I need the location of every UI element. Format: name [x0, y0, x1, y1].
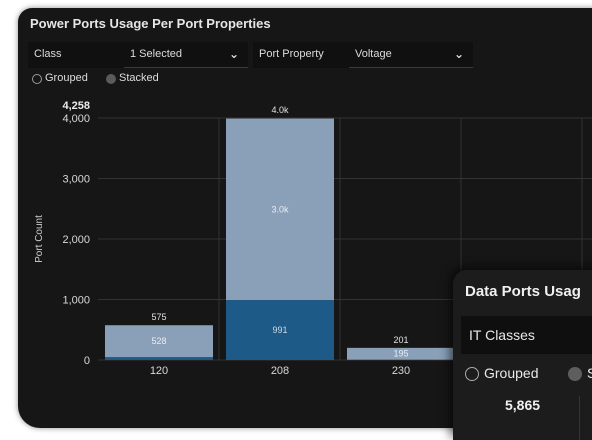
- total-label: 201: [393, 335, 408, 345]
- it-classes-dropdown[interactable]: IT Classes: [461, 316, 592, 354]
- total-label: 4.0k: [271, 105, 289, 115]
- y-tick-label: 0: [84, 355, 90, 367]
- grouped-radio[interactable]: [465, 367, 479, 381]
- stacked-radio-label[interactable]: S: [587, 365, 592, 381]
- max-value-label: 4,258: [62, 100, 90, 112]
- axis-line: [579, 396, 580, 440]
- stacked-radio[interactable]: [568, 367, 582, 381]
- x-tick-label: 208: [271, 365, 289, 377]
- property-label: Port Property: [253, 42, 349, 68]
- stacked-radio[interactable]: [106, 74, 116, 84]
- it-classes-dropdown-value: IT Classes: [469, 327, 535, 343]
- stacked-radio-label[interactable]: Stacked: [119, 72, 159, 84]
- grouped-radio-label[interactable]: Grouped: [484, 365, 538, 381]
- y-tick-label: 2,000: [62, 234, 90, 246]
- segment-label: 528: [151, 336, 166, 346]
- grouped-radio-label[interactable]: Grouped: [45, 72, 88, 84]
- class-label: Class: [28, 42, 124, 68]
- segment-label: 991: [272, 325, 287, 335]
- max-value-label: 5,865: [505, 397, 540, 413]
- chevron-down-icon[interactable]: ⌄: [452, 47, 466, 61]
- chevron-down-icon[interactable]: ⌄: [227, 47, 241, 61]
- panel-title: Data Ports Usag: [465, 283, 581, 300]
- grouped-radio[interactable]: [32, 74, 42, 84]
- filter-row: Class 1 Selected ⌄ Port Property Voltage…: [18, 42, 592, 68]
- bar-segment: [105, 357, 213, 360]
- x-tick-label: 230: [392, 365, 410, 377]
- total-label: 575: [151, 312, 166, 322]
- data-ports-panel: Data Ports Usag IT Classes Grouped S 5,8…: [453, 270, 592, 440]
- class-dropdown-value: 1 Selected: [130, 48, 182, 60]
- y-axis-label: Port Count: [34, 215, 45, 263]
- x-tick-label: 120: [150, 365, 168, 377]
- segment-label: 3.0k: [271, 204, 289, 214]
- segment-label: 195: [393, 349, 408, 359]
- y-tick-label: 1,000: [62, 295, 90, 307]
- panel-title: Power Ports Usage Per Port Properties: [30, 16, 271, 31]
- y-tick-label: 4,000: [62, 113, 90, 125]
- y-tick-label: 3,000: [62, 174, 90, 186]
- property-dropdown-value: Voltage: [355, 48, 392, 60]
